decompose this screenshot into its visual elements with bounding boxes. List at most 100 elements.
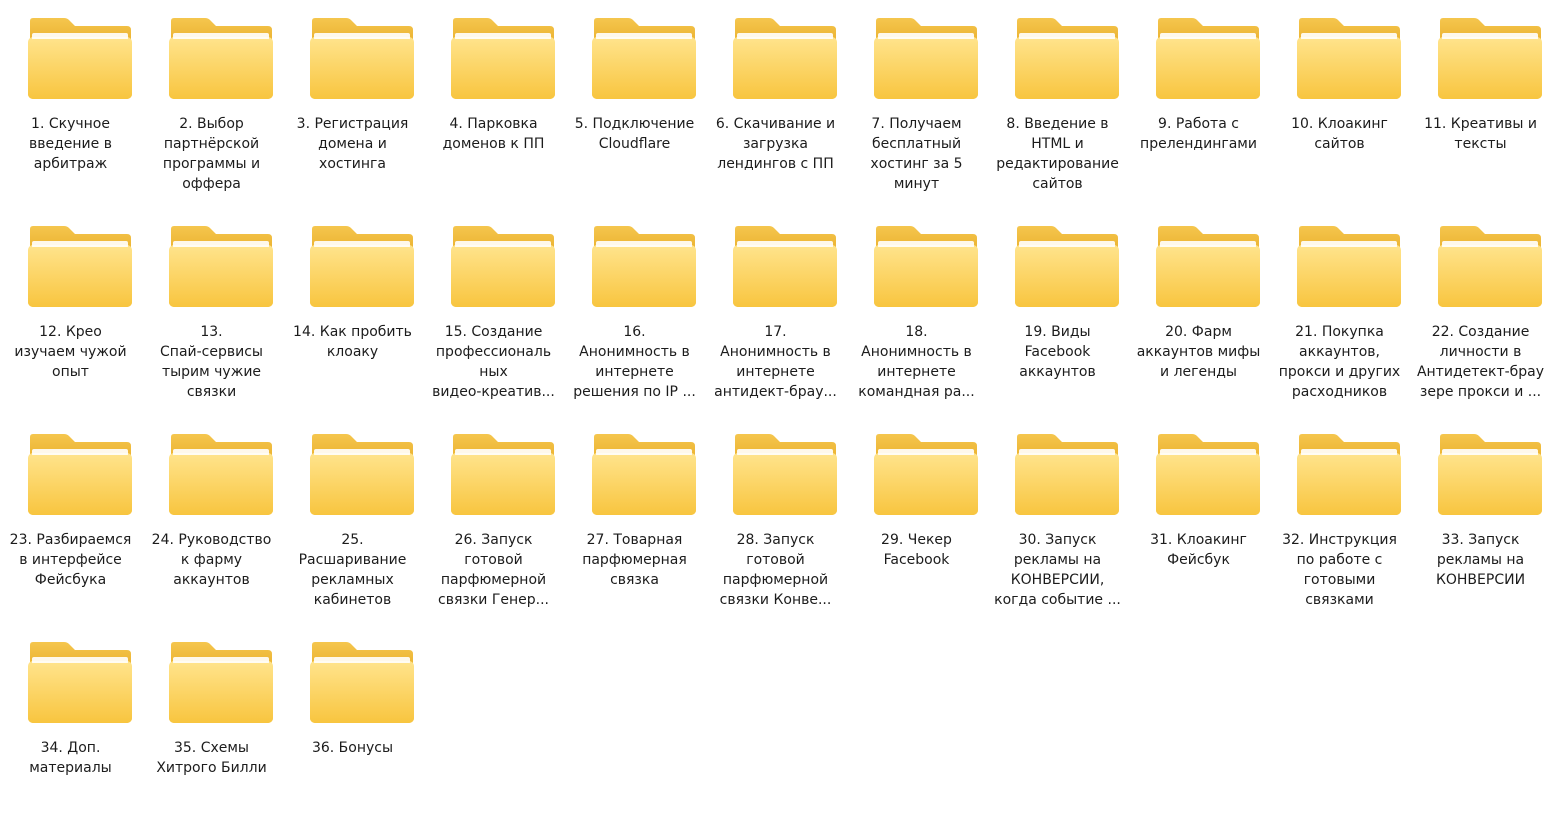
- folder-label: 19. Виды Facebook аккаунтов: [1019, 324, 1096, 380]
- folder-icon: [1436, 433, 1544, 519]
- folder-icon: [872, 17, 980, 103]
- folder-icon: [26, 641, 134, 727]
- folder-icon: [167, 225, 275, 311]
- folder-icon: [590, 17, 698, 103]
- folder-icon: [26, 17, 134, 103]
- folder-item[interactable]: 26. Запуск готовой парфюмерной связки Ге…: [423, 416, 564, 624]
- folder-item[interactable]: 11. Креативы и тексты: [1410, 0, 1551, 208]
- folder-item[interactable]: 32. Инструкция по работе с готовыми связ…: [1269, 416, 1410, 624]
- folder-icon: [1295, 225, 1403, 311]
- folder-icon: [731, 17, 839, 103]
- folder-item[interactable]: 4. Парковка доменов к ПП: [423, 0, 564, 208]
- folder-item[interactable]: 13. Спай-сервисы тырим чужие связки: [141, 208, 282, 416]
- folder-label: 25. Расшаривание рекламных кабинетов: [298, 532, 407, 608]
- folder-label: 6. Скачивание и загрузка лендингов с ПП: [715, 116, 836, 172]
- folder-item[interactable]: 18. Анонимность в интернете командная ра…: [846, 208, 987, 416]
- folder-icon: [590, 433, 698, 519]
- folder-label: 2. Выбор партнёрской программы и оффера: [162, 116, 261, 192]
- folder-icon: [1436, 225, 1544, 311]
- folder-icon: [1013, 225, 1121, 311]
- folder-icon: [449, 225, 557, 311]
- folder-item[interactable]: 23. Разбираемся в интерфейсе Фейсбука: [0, 416, 141, 624]
- folder-icon: [872, 225, 980, 311]
- folder-label: 18. Анонимность в интернете командная ра…: [858, 324, 975, 400]
- folder-item[interactable]: 19. Виды Facebook аккаунтов: [987, 208, 1128, 416]
- folder-label: 29. Чекер Facebook: [881, 532, 952, 568]
- folder-icon: [449, 17, 557, 103]
- folder-label: 15. Создание профессиональ ных видео-кре…: [432, 324, 555, 400]
- folder-icon: [590, 225, 698, 311]
- folder-label: 1. Скучное введение в арбитраж: [29, 116, 112, 172]
- folder-label: 24. Руководство к фарму аккаунтов: [151, 532, 272, 588]
- folder-item[interactable]: 34. Доп. материалы: [0, 624, 141, 832]
- folder-icon: [1295, 433, 1403, 519]
- folder-icon: [26, 433, 134, 519]
- folder-label: 12. Крео изучаем чужой опыт: [14, 324, 127, 380]
- folder-label: 33. Запуск рекламы на КОНВЕРСИИ: [1435, 532, 1526, 588]
- folder-label: 14. Как пробить клоаку: [293, 324, 412, 360]
- folder-item[interactable]: 17. Анонимность в интернете антидект-бра…: [705, 208, 846, 416]
- folder-label: 16. Анонимность в интернете решения по I…: [573, 324, 696, 400]
- folder-item[interactable]: 7. Получаем бесплатный хостинг за 5 мину…: [846, 0, 987, 208]
- folder-label: 5. Подключение Cloudflare: [574, 116, 695, 152]
- folder-item[interactable]: 20. Фарм аккаунтов мифы и легенды: [1128, 208, 1269, 416]
- folder-item[interactable]: 10. Клоакинг сайтов: [1269, 0, 1410, 208]
- folder-item[interactable]: 8. Введение в HTML и редактирование сайт…: [987, 0, 1128, 208]
- folder-item[interactable]: 14. Как пробить клоаку: [282, 208, 423, 416]
- folder-grid: 1. Скучное введение в арбитраж 2. Выбор …: [0, 0, 1559, 793]
- folder-item[interactable]: 24. Руководство к фарму аккаунтов: [141, 416, 282, 624]
- folder-item[interactable]: 6. Скачивание и загрузка лендингов с ПП: [705, 0, 846, 208]
- folder-icon: [167, 641, 275, 727]
- folder-label: 22. Создание личности в Антидетект-брау …: [1416, 324, 1545, 400]
- folder-label: 28. Запуск готовой парфюмерной связки Ко…: [719, 532, 832, 608]
- folder-icon: [308, 433, 416, 519]
- folder-icon: [167, 433, 275, 519]
- folder-icon: [1013, 433, 1121, 519]
- folder-icon: [449, 433, 557, 519]
- folder-label: 30. Запуск рекламы на КОНВЕРСИИ, когда с…: [994, 532, 1121, 608]
- folder-label: 4. Парковка доменов к ПП: [442, 116, 545, 152]
- folder-item[interactable]: 1. Скучное введение в арбитраж: [0, 0, 141, 208]
- folder-label: 26. Запуск готовой парфюмерной связки Ге…: [438, 532, 549, 608]
- folder-item[interactable]: 33. Запуск рекламы на КОНВЕРСИИ: [1410, 416, 1551, 624]
- folder-label: 17. Анонимность в интернете антидект-бра…: [714, 324, 837, 400]
- folder-label: 27. Товарная парфюмерная связка: [582, 532, 687, 588]
- folder-item[interactable]: 2. Выбор партнёрской программы и оффера: [141, 0, 282, 208]
- folder-icon: [308, 17, 416, 103]
- folder-item[interactable]: 35. Схемы Хитрого Билли: [141, 624, 282, 832]
- folder-item[interactable]: 3. Регистрация домена и хостинга: [282, 0, 423, 208]
- folder-icon: [1154, 225, 1262, 311]
- folder-icon: [731, 433, 839, 519]
- folder-item[interactable]: 31. Клоакинг Фейсбук: [1128, 416, 1269, 624]
- folder-label: 36. Бонусы: [311, 740, 394, 756]
- folder-label: 8. Введение в HTML и редактирование сайт…: [996, 116, 1119, 192]
- folder-icon: [1295, 17, 1403, 103]
- folder-item[interactable]: 30. Запуск рекламы на КОНВЕРСИИ, когда с…: [987, 416, 1128, 624]
- folder-icon: [1154, 17, 1262, 103]
- folder-label: 21. Покупка аккаунтов, прокси и других р…: [1278, 324, 1401, 400]
- folder-icon: [308, 225, 416, 311]
- folder-icon: [1436, 17, 1544, 103]
- folder-icon: [1013, 17, 1121, 103]
- folder-item[interactable]: 28. Запуск готовой парфюмерной связки Ко…: [705, 416, 846, 624]
- folder-item[interactable]: 25. Расшаривание рекламных кабинетов: [282, 416, 423, 624]
- folder-icon: [308, 641, 416, 727]
- folder-label: 32. Инструкция по работе с готовыми связ…: [1282, 532, 1397, 608]
- folder-item[interactable]: 22. Создание личности в Антидетект-брау …: [1410, 208, 1551, 416]
- folder-icon: [872, 433, 980, 519]
- folder-item[interactable]: 36. Бонусы: [282, 624, 423, 832]
- folder-label: 3. Регистрация домена и хостинга: [296, 116, 409, 172]
- folder-icon: [731, 225, 839, 311]
- folder-item[interactable]: 12. Крео изучаем чужой опыт: [0, 208, 141, 416]
- folder-label: 35. Схемы Хитрого Билли: [156, 740, 267, 776]
- folder-label: 31. Клоакинг Фейсбук: [1150, 532, 1247, 568]
- folder-item[interactable]: 16. Анонимность в интернете решения по I…: [564, 208, 705, 416]
- folder-item[interactable]: 27. Товарная парфюмерная связка: [564, 416, 705, 624]
- folder-icon: [167, 17, 275, 103]
- folder-item[interactable]: 15. Создание профессиональ ных видео-кре…: [423, 208, 564, 416]
- folder-icon: [26, 225, 134, 311]
- folder-item[interactable]: 21. Покупка аккаунтов, прокси и других р…: [1269, 208, 1410, 416]
- folder-item[interactable]: 5. Подключение Cloudflare: [564, 0, 705, 208]
- folder-item[interactable]: 9. Работа с прелендингами: [1128, 0, 1269, 208]
- folder-item[interactable]: 29. Чекер Facebook: [846, 416, 987, 624]
